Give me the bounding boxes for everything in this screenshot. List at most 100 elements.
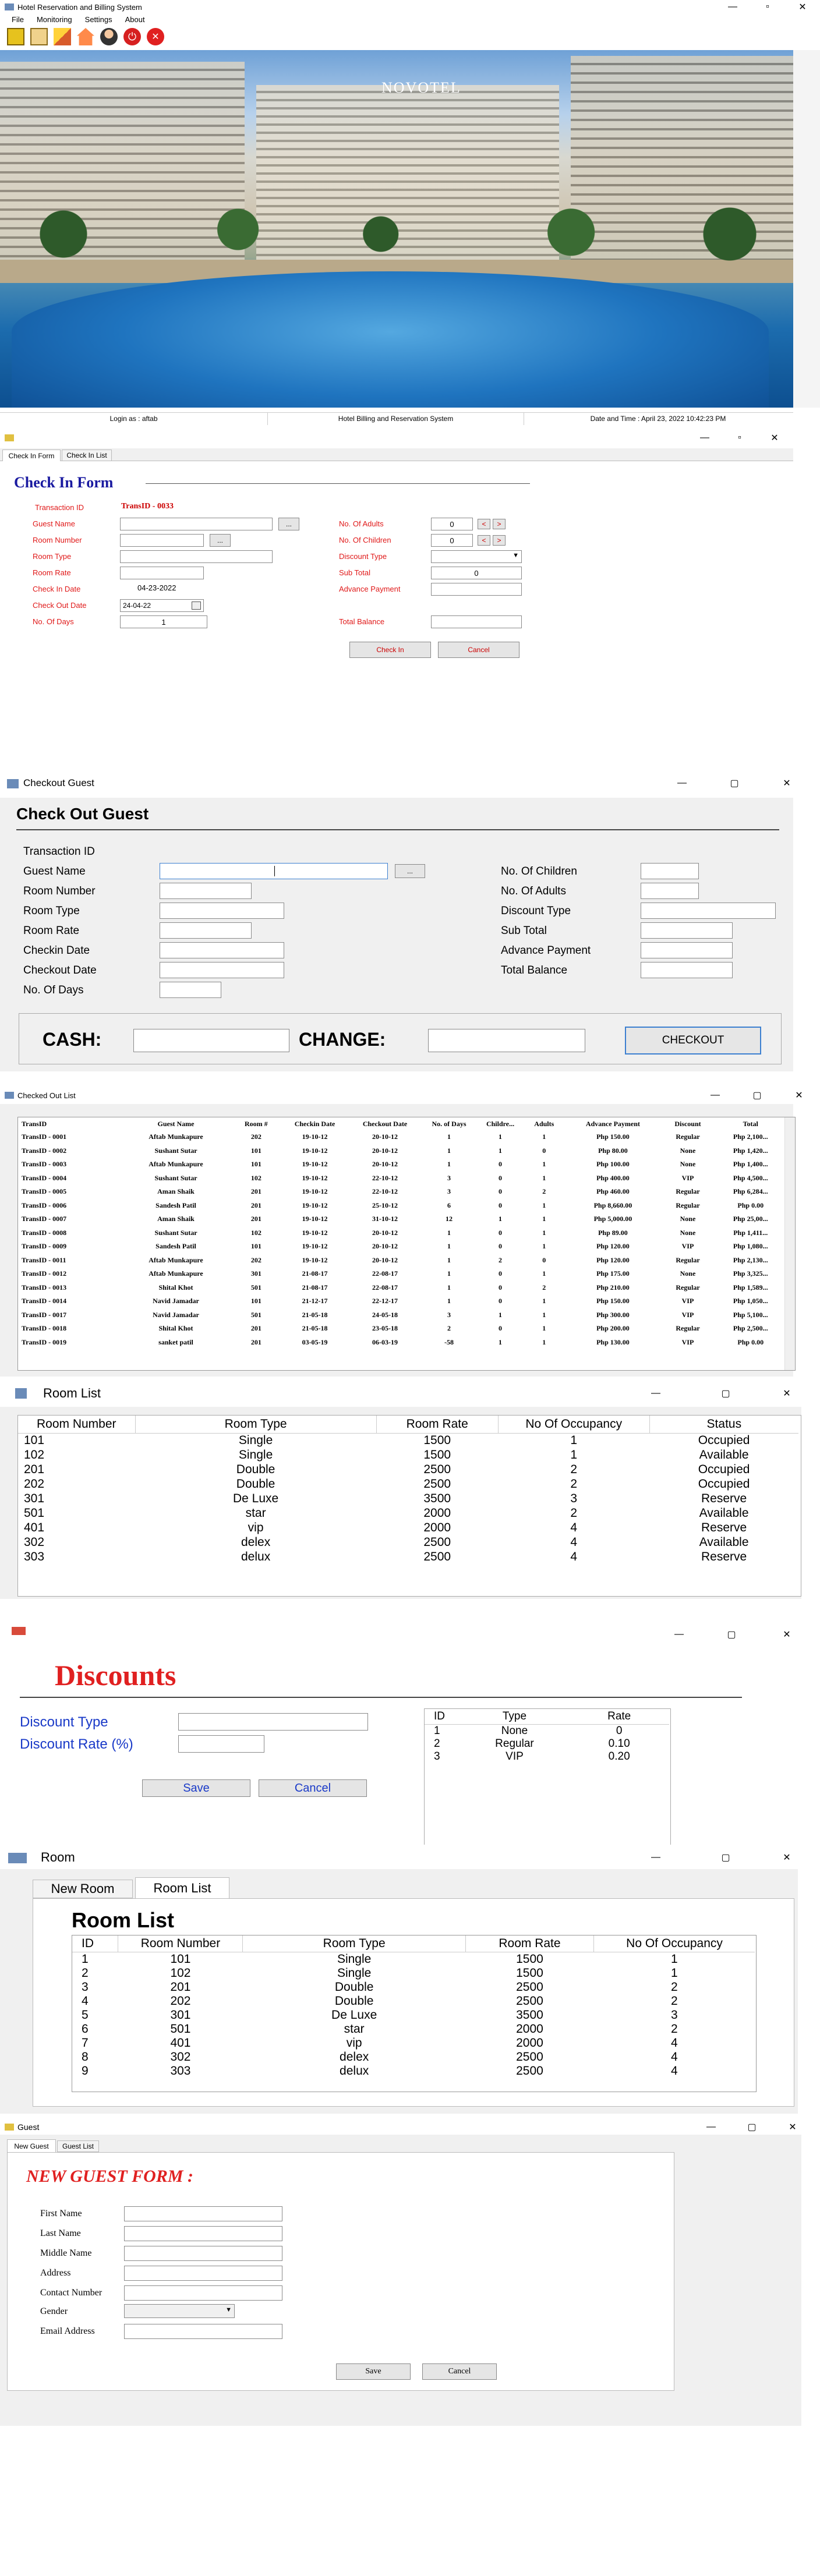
exit-icon[interactable]: ✕ — [147, 28, 164, 45]
table-row[interactable]: TransID - 0005 Aman Shaik 201 19-10-12 22-10… — [18, 1185, 786, 1199]
close-icon[interactable]: ✕ — [772, 2119, 813, 2135]
checkout-checkout-date-input[interactable] — [160, 962, 284, 978]
pencil-icon[interactable] — [54, 28, 71, 45]
menu-file[interactable]: File — [12, 15, 24, 27]
tab-guest-list[interactable]: Guest List — [57, 2140, 99, 2152]
checkout-checkin-date-input[interactable] — [160, 942, 284, 958]
table-row[interactable]: TransID - 0012 Aftab Munkapure 301 21-08-17… — [18, 1267, 786, 1281]
col-guest-name[interactable]: Guest Name — [119, 1117, 233, 1130]
discount-type-select[interactable]: ▼ — [431, 550, 522, 563]
table-row[interactable]: TransID - 0014 Navid Jamadar 101 21-12-17 22… — [18, 1294, 786, 1308]
guest-name-input[interactable] — [120, 518, 273, 530]
col-room-number[interactable]: Room Number — [118, 1935, 243, 1952]
close-icon[interactable]: ✕ — [785, 0, 820, 14]
guest-save-button[interactable]: Save — [336, 2363, 411, 2380]
table-row[interactable]: 2 Regular 0.10 — [425, 1738, 669, 1750]
minimize-icon[interactable]: — — [687, 431, 722, 445]
tab-new-guest[interactable]: New Guest — [7, 2139, 56, 2152]
table-row[interactable]: 303 delux 2500 4 Reserve — [18, 1549, 798, 1564]
close-icon[interactable]: ✕ — [761, 1619, 813, 1650]
menu-monitoring[interactable]: Monitoring — [37, 15, 72, 27]
children-input[interactable]: 0 — [431, 534, 473, 547]
table-row[interactable]: 201 Double 2500 2 Occupied — [18, 1462, 798, 1477]
table-row[interactable]: TransID - 0009 Sandesh Patil 101 19-10-12 20… — [18, 1240, 786, 1254]
menu-about[interactable]: About — [125, 15, 145, 27]
col-adults[interactable]: Adults — [522, 1117, 565, 1130]
tab-checkin-list[interactable]: Check In List — [62, 450, 112, 461]
table-row[interactable]: TransID - 0004 Sushant Sutar 102 19-10-12 22… — [18, 1172, 786, 1186]
tab-checkin-form[interactable]: Check In Form — [2, 450, 61, 461]
table-row[interactable]: 4 202 Double 2500 2 — [72, 1994, 755, 2008]
address-input[interactable] — [124, 2266, 282, 2281]
checkedout-grid[interactable]: TransID Guest Name Room # Checkin Date C… — [17, 1117, 796, 1371]
col-occupancy[interactable]: No Of Occupancy — [594, 1935, 755, 1952]
checkout-room-type-input[interactable] — [160, 903, 284, 919]
col-discount[interactable]: Discount — [660, 1117, 716, 1130]
room-number-input[interactable] — [120, 534, 204, 547]
close-icon[interactable]: ✕ — [761, 1846, 813, 1869]
close-icon[interactable]: ✕ — [761, 1381, 813, 1406]
adults-input[interactable]: 0 — [431, 518, 473, 530]
table-row[interactable]: 1 101 Single 1500 1 — [72, 1952, 755, 1966]
email-input[interactable] — [124, 2324, 282, 2339]
col-type[interactable]: Type — [460, 1709, 570, 1724]
maximize-icon[interactable]: ▢ — [708, 769, 761, 798]
table-row[interactable]: TransID - 0003 Aftab Munkapure 101 19-10-12… — [18, 1158, 786, 1172]
col-room-rate[interactable]: Room Rate — [465, 1935, 595, 1952]
menu-settings[interactable]: Settings — [85, 15, 112, 27]
minimize-icon[interactable]: — — [656, 769, 708, 798]
checkout-total-input[interactable] — [641, 962, 733, 978]
table-row[interactable]: 401 vip 2000 4 Reserve — [18, 1520, 798, 1535]
change-input[interactable] — [428, 1029, 585, 1052]
table-row[interactable]: 5 301 De Luxe 3500 3 — [72, 2008, 755, 2022]
col-room-type[interactable]: Room Type — [242, 1935, 466, 1952]
checkout-date-picker[interactable]: 24-04-22 — [120, 599, 204, 612]
col-status[interactable]: Status — [649, 1416, 798, 1433]
maximize-icon[interactable]: ▫ — [750, 0, 785, 14]
middle-name-input[interactable] — [124, 2246, 282, 2261]
table-row[interactable]: TransID - 0002 Sushant Sutar 101 19-10-12 20… — [18, 1144, 786, 1158]
checkout-room-rate-input[interactable] — [160, 922, 252, 939]
table-row[interactable]: TransID - 0011 Aftab Munkapure 202 19-10-12… — [18, 1254, 786, 1268]
maximize-icon[interactable]: ▢ — [731, 2119, 772, 2135]
table-row[interactable]: 8 302 delex 2500 4 — [72, 2050, 755, 2064]
checkout-room-number-input[interactable] — [160, 883, 252, 899]
checkedout-scrollbar[interactable] — [784, 1117, 795, 1370]
maximize-icon[interactable]: ▢ — [691, 1381, 761, 1406]
table-row[interactable]: 9 303 delux 2500 4 — [72, 2064, 755, 2078]
gender-select[interactable]: ▼ — [124, 2304, 235, 2318]
discount-save-button[interactable]: Save — [142, 1779, 250, 1797]
cash-input[interactable] — [133, 1029, 289, 1052]
checkout-children-input[interactable] — [641, 863, 699, 879]
table-row[interactable]: TransID - 0018 Shital Khot 201 21-05-18 23-0… — [18, 1322, 786, 1336]
checkout-advance-input[interactable] — [641, 942, 733, 958]
table-row[interactable]: TransID - 0007 Aman Shaik 201 19-10-12 31-10… — [18, 1212, 786, 1226]
maximize-icon[interactable]: ▢ — [702, 1619, 761, 1650]
col-days[interactable]: No. of Days — [420, 1117, 478, 1130]
table-row[interactable]: TransID - 0006 Sandesh Patil 201 19-10-12 25… — [18, 1199, 786, 1213]
room-grid[interactable]: ID Room Number Room Type Room Rate No Of… — [72, 1935, 757, 2092]
first-name-input[interactable] — [124, 2206, 282, 2221]
checkin-icon[interactable] — [7, 28, 24, 45]
checkout-button[interactable]: CHECKOUT — [625, 1027, 761, 1055]
guest-cancel-button[interactable]: Cancel — [422, 2363, 497, 2380]
room-type-input[interactable] — [120, 550, 273, 563]
col-id[interactable]: ID — [72, 1935, 119, 1952]
table-row[interactable]: TransID - 0019 sanket patil 201 03-05-19 06-… — [18, 1336, 786, 1350]
table-row[interactable]: TransID - 0013 Shital Khot 501 21-08-17 22-0… — [18, 1281, 786, 1295]
col-room-rate[interactable]: Room Rate — [376, 1416, 499, 1433]
col-transid[interactable]: TransID — [18, 1117, 119, 1130]
col-checkin-date[interactable]: Checkin Date — [280, 1117, 349, 1130]
table-row[interactable]: 3 VIP 0.20 — [425, 1750, 669, 1763]
table-row[interactable]: TransID - 0001 Aftab Munkapure 202 19-10-12… — [18, 1130, 786, 1144]
advance-payment-input[interactable] — [431, 583, 522, 596]
user-icon[interactable] — [100, 28, 118, 45]
table-row[interactable]: 501 star 2000 2 Available — [18, 1506, 798, 1520]
contact-number-input[interactable] — [124, 2285, 282, 2301]
adults-increase-button[interactable]: > — [493, 519, 506, 529]
col-occupancy[interactable]: No Of Occupancy — [498, 1416, 650, 1433]
total-balance-input[interactable] — [431, 615, 522, 628]
days-input[interactable]: 1 — [120, 615, 207, 628]
minimize-icon[interactable]: — — [691, 2119, 731, 2135]
checkin-cancel-button[interactable]: Cancel — [438, 642, 519, 658]
